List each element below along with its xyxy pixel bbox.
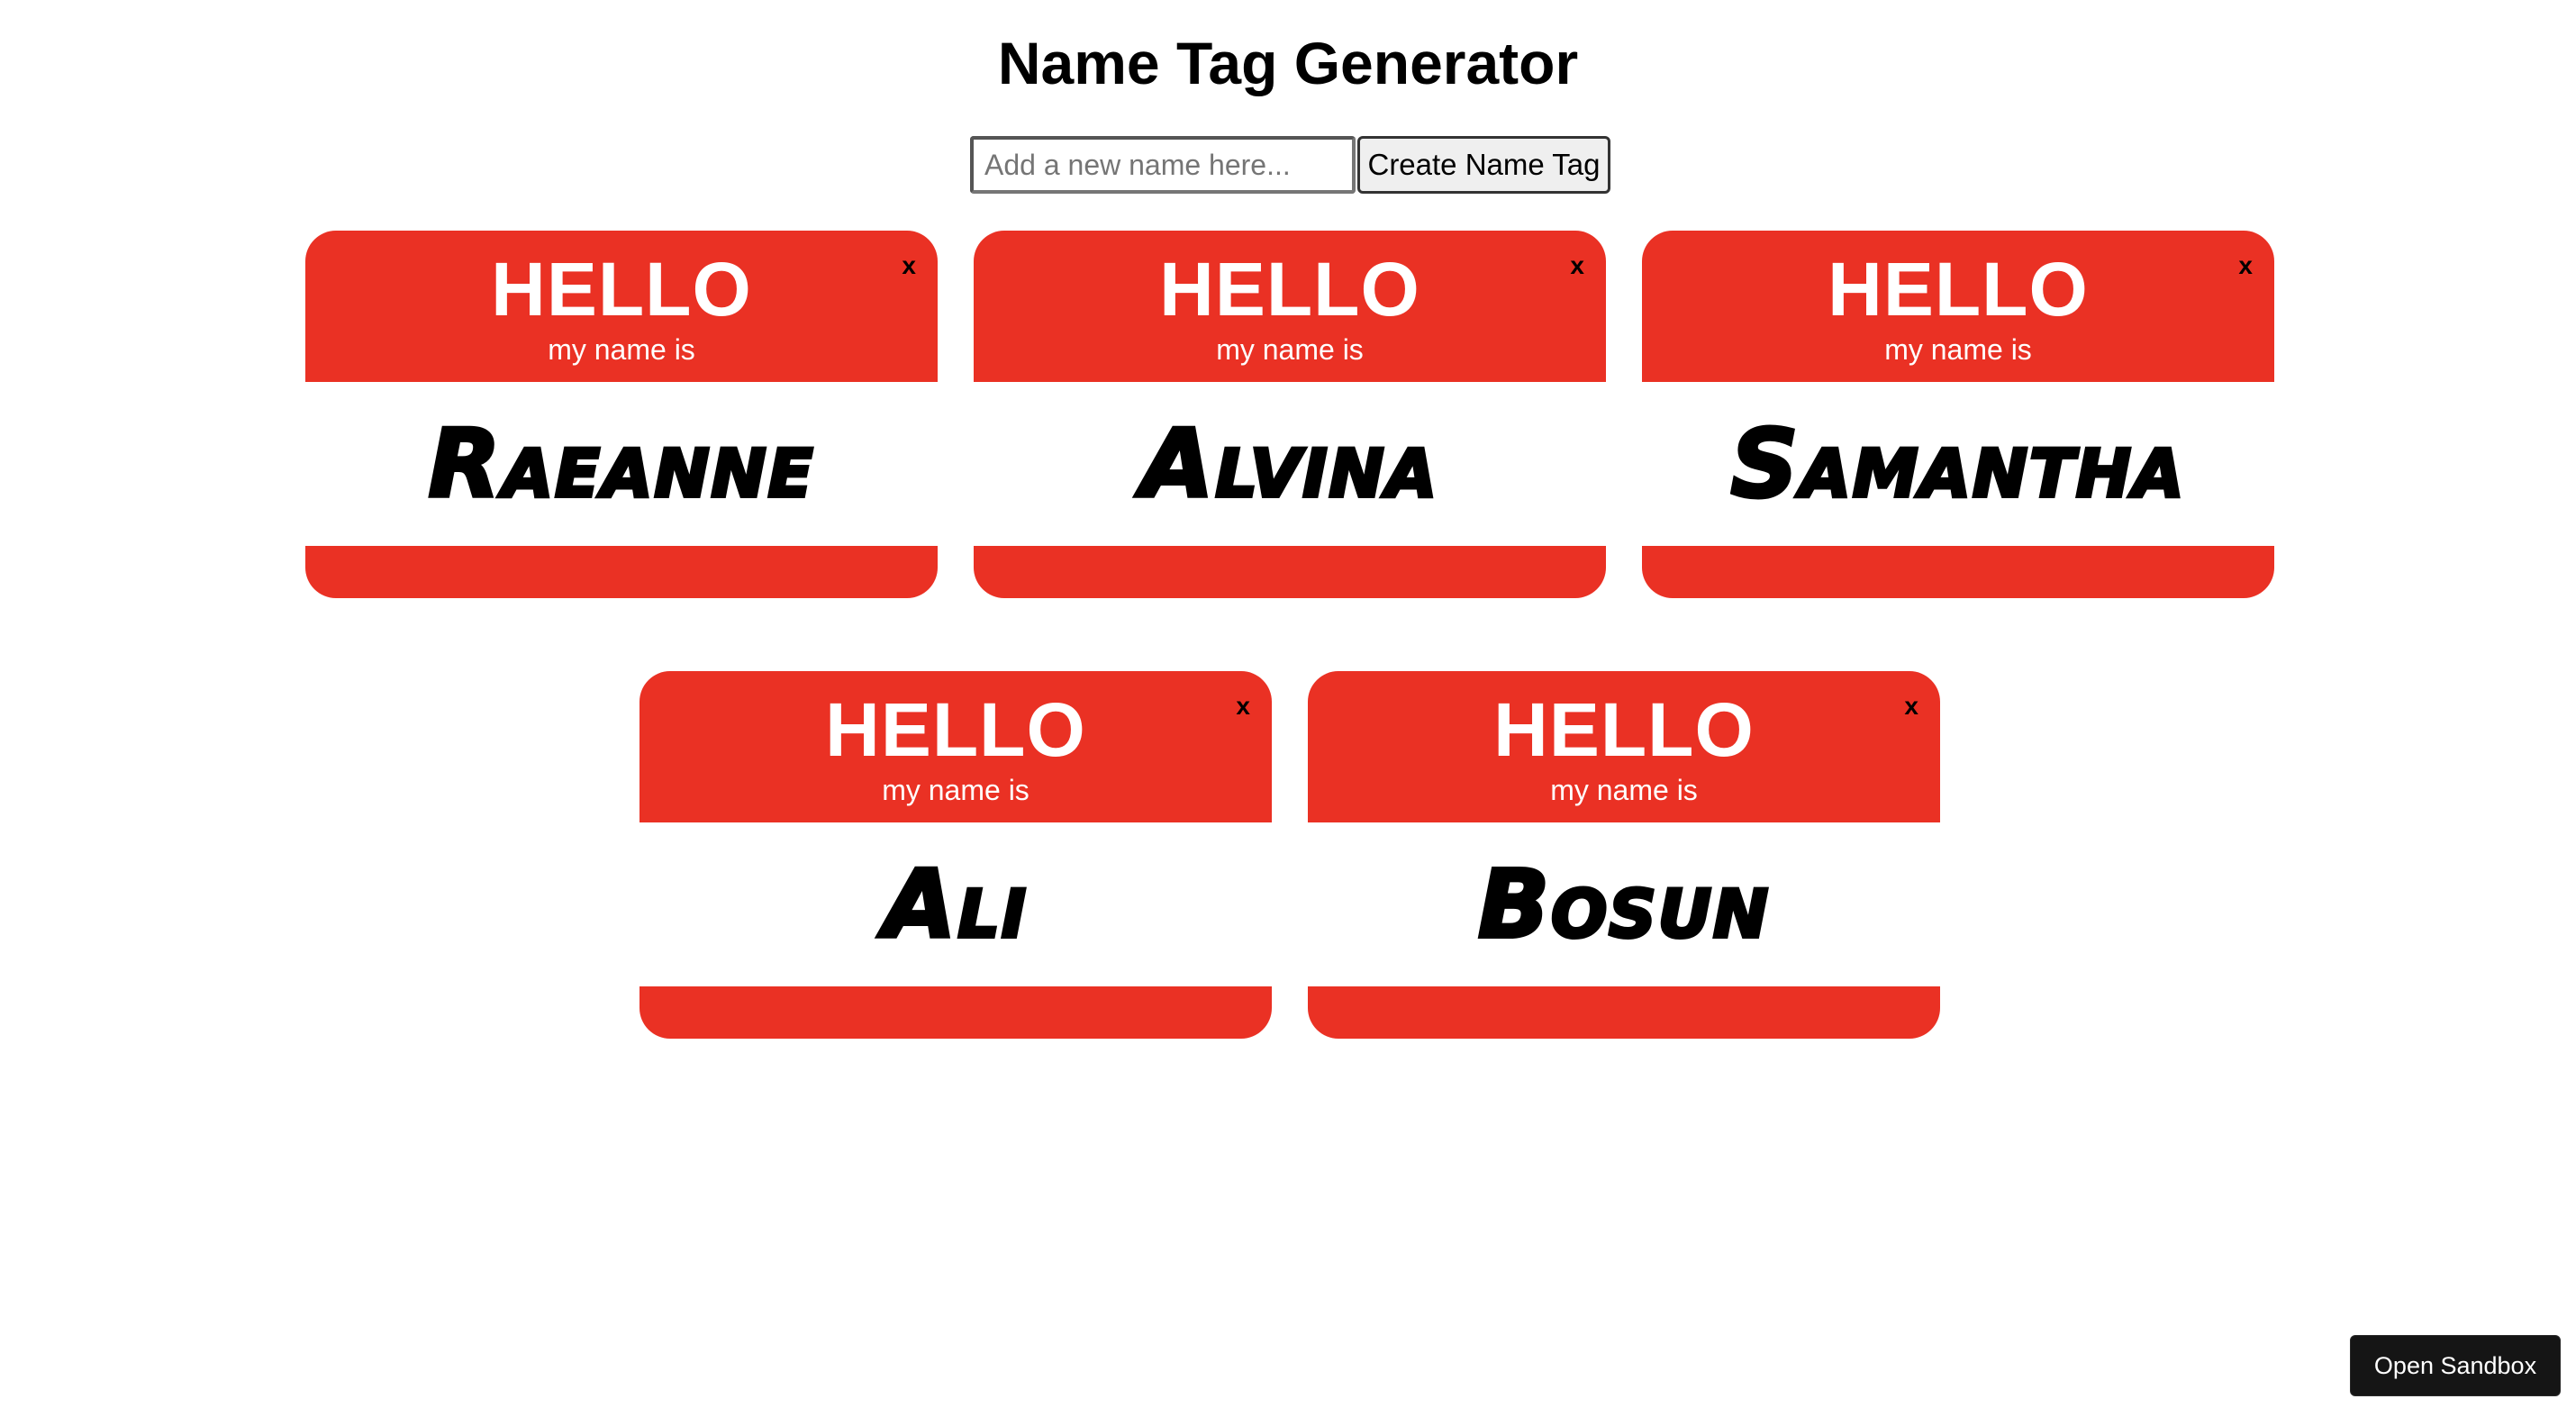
close-tag-button[interactable]: x	[902, 252, 916, 279]
tag-footer	[974, 546, 1606, 598]
tag-name: Bosun	[1476, 848, 1771, 961]
close-tag-button[interactable]: x	[1236, 693, 1250, 720]
tag-subtitle: my name is	[1216, 333, 1364, 366]
name-tag: HELLO my name is x Bosun	[1308, 671, 1940, 1039]
name-form: Create Name Tag	[970, 136, 1610, 194]
tag-footer	[305, 546, 938, 598]
name-input[interactable]	[970, 136, 1356, 194]
tag-footer	[639, 986, 1272, 1039]
close-tag-button[interactable]: x	[2238, 252, 2253, 279]
name-tag: HELLO my name is x Raeanne	[305, 231, 938, 598]
tag-hello-text: HELLO	[1828, 247, 2089, 332]
close-tag-button[interactable]: x	[1904, 693, 1918, 720]
open-sandbox-button[interactable]: Open Sandbox	[2350, 1335, 2561, 1396]
tag-name: Alvina	[1139, 407, 1439, 521]
tag-subtitle: my name is	[548, 333, 695, 366]
tag-hello-text: HELLO	[825, 687, 1086, 772]
name-tag: HELLO my name is x Ali	[639, 671, 1272, 1039]
tag-hello-text: HELLO	[491, 247, 752, 332]
create-name-tag-button[interactable]: Create Name Tag	[1357, 136, 1610, 194]
close-tag-button[interactable]: x	[1570, 252, 1584, 279]
tag-name: Raeanne	[427, 407, 815, 521]
tag-footer	[1642, 546, 2274, 598]
name-tag: HELLO my name is x Samantha	[1642, 231, 2274, 598]
tag-name: Ali	[882, 848, 1029, 961]
name-tag: HELLO my name is x Alvina	[974, 231, 1606, 598]
tag-subtitle: my name is	[1884, 333, 2032, 366]
page-title: Name Tag Generator	[997, 30, 1579, 96]
tag-hello-text: HELLO	[1159, 247, 1420, 332]
tag-name: Samantha	[1728, 407, 2186, 521]
tag-footer	[1308, 986, 1940, 1039]
page: Name Tag Generator Create Name Tag HELLO…	[0, 0, 2576, 1417]
tag-subtitle: my name is	[1550, 774, 1698, 806]
tag-subtitle: my name is	[882, 774, 1029, 806]
tag-hello-text: HELLO	[1493, 687, 1755, 772]
